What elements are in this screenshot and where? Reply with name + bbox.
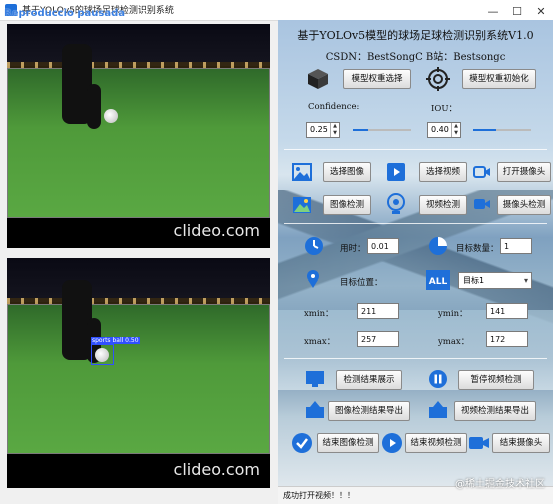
control-panel: 基于YOLOv5模型的球场足球检测识别系统V1.0 CSDN：BestSongC… (278, 20, 553, 504)
position-icon (304, 269, 322, 293)
detection-box (91, 344, 114, 365)
ymax-field: 172 (486, 331, 528, 347)
xmax-label: xmax： (304, 337, 336, 347)
stop-camera-icon (468, 434, 490, 456)
camera-detect-icon (473, 196, 491, 216)
panel-title: 基于YOLOv5模型的球场足球检测识别系统V1.0 (297, 29, 534, 42)
football (104, 109, 118, 123)
stop-video-icon (381, 432, 403, 458)
display-icon (305, 370, 325, 392)
detection-video-view: sports ball 0.50 clideo.com (7, 258, 270, 488)
landscape-icon (292, 196, 312, 218)
minimize-icon[interactable]: — (481, 2, 505, 22)
export-image-button[interactable]: 图像检测结果导出 (328, 401, 410, 421)
detection-label: sports ball 0.50 (91, 337, 140, 344)
confidence-spinbox[interactable]: 0.25 ▲ ▼ (306, 122, 340, 138)
camera-icon (473, 164, 491, 184)
iou-spinbox[interactable]: 0.40 ▲ ▼ (427, 122, 461, 138)
export-image-icon (305, 401, 325, 423)
pie-chart-icon (428, 236, 448, 260)
confidence-label: Confidence: (308, 102, 360, 112)
ymin-field: 141 (486, 303, 528, 319)
target-count-label: 目标数量： (456, 244, 499, 254)
export-video-button[interactable]: 视频检测结果导出 (454, 401, 536, 421)
video-detect-button[interactable]: 视频检测 (419, 195, 467, 215)
status-text: 成功打开视频！！！ (283, 491, 355, 500)
pause-icon (428, 369, 448, 393)
image-detect-button[interactable]: 图像检测 (323, 195, 371, 215)
chevron-down-icon: ▾ (523, 276, 528, 285)
ymax-label: ymax： (438, 337, 470, 347)
site-watermark: @稀土掘金技术社区 (455, 479, 545, 490)
target-select-dropdown[interactable]: 目标1 ▾ (458, 272, 532, 289)
maximize-icon[interactable]: ☐ (505, 2, 529, 22)
target-position-label: 目标位置： (340, 278, 383, 288)
iou-label: IOU： (431, 104, 457, 114)
cube-icon (306, 67, 330, 95)
video-watermark: clideo.com (173, 460, 260, 479)
webcam-icon (386, 193, 406, 219)
xmin-field: 211 (357, 303, 399, 319)
end-video-detect-button[interactable]: 结束视频检测 (405, 433, 467, 453)
clock-icon (304, 236, 324, 260)
original-video-view: clideo.com (7, 24, 270, 248)
svg-text:ALL: ALL (429, 277, 448, 287)
check-icon (291, 432, 313, 458)
playback-status-overlay: Reproduccio pausada (4, 8, 125, 19)
video-play-icon (386, 162, 406, 186)
all-icon: ALL (426, 270, 450, 294)
select-video-button[interactable]: 选择视频 (419, 162, 467, 182)
xmin-label: xmin： (304, 309, 334, 319)
model-init-button[interactable]: 模型权重初始化 (462, 69, 536, 89)
show-results-button[interactable]: 检测结果展示 (336, 370, 402, 390)
close-icon[interactable]: ✕ (529, 2, 553, 22)
target-count-field: 1 (500, 238, 532, 254)
open-camera-button[interactable]: 打开摄像头 (497, 162, 551, 182)
target-icon (426, 67, 450, 95)
select-image-button[interactable]: 选择图像 (323, 162, 371, 182)
author-info: CSDN：BestSongC B站：Bestsongc (325, 52, 506, 63)
image-icon (292, 163, 312, 185)
camera-detect-button[interactable]: 摄像头检测 (497, 195, 551, 215)
video-watermark: clideo.com (173, 221, 260, 240)
window-controls: — ☐ ✕ (481, 0, 553, 20)
time-label: 用时： (340, 244, 366, 254)
model-select-button[interactable]: 模型权重选择 (343, 69, 411, 89)
end-image-detect-button[interactable]: 结束图像检测 (317, 433, 379, 453)
pause-video-button[interactable]: 暂停视频检测 (458, 370, 534, 390)
title-bar: 基于YOLOv5的球场足球检测识别系统 Reproduccio pausada … (0, 0, 553, 21)
export-video-icon (428, 401, 448, 423)
end-camera-button[interactable]: 结束摄像头 (492, 433, 550, 453)
time-field: 0.01 (367, 238, 399, 254)
ymin-label: ymin： (438, 309, 468, 319)
confidence-slider[interactable] (353, 129, 411, 131)
xmax-field: 257 (357, 331, 399, 347)
iou-slider[interactable] (473, 129, 531, 131)
